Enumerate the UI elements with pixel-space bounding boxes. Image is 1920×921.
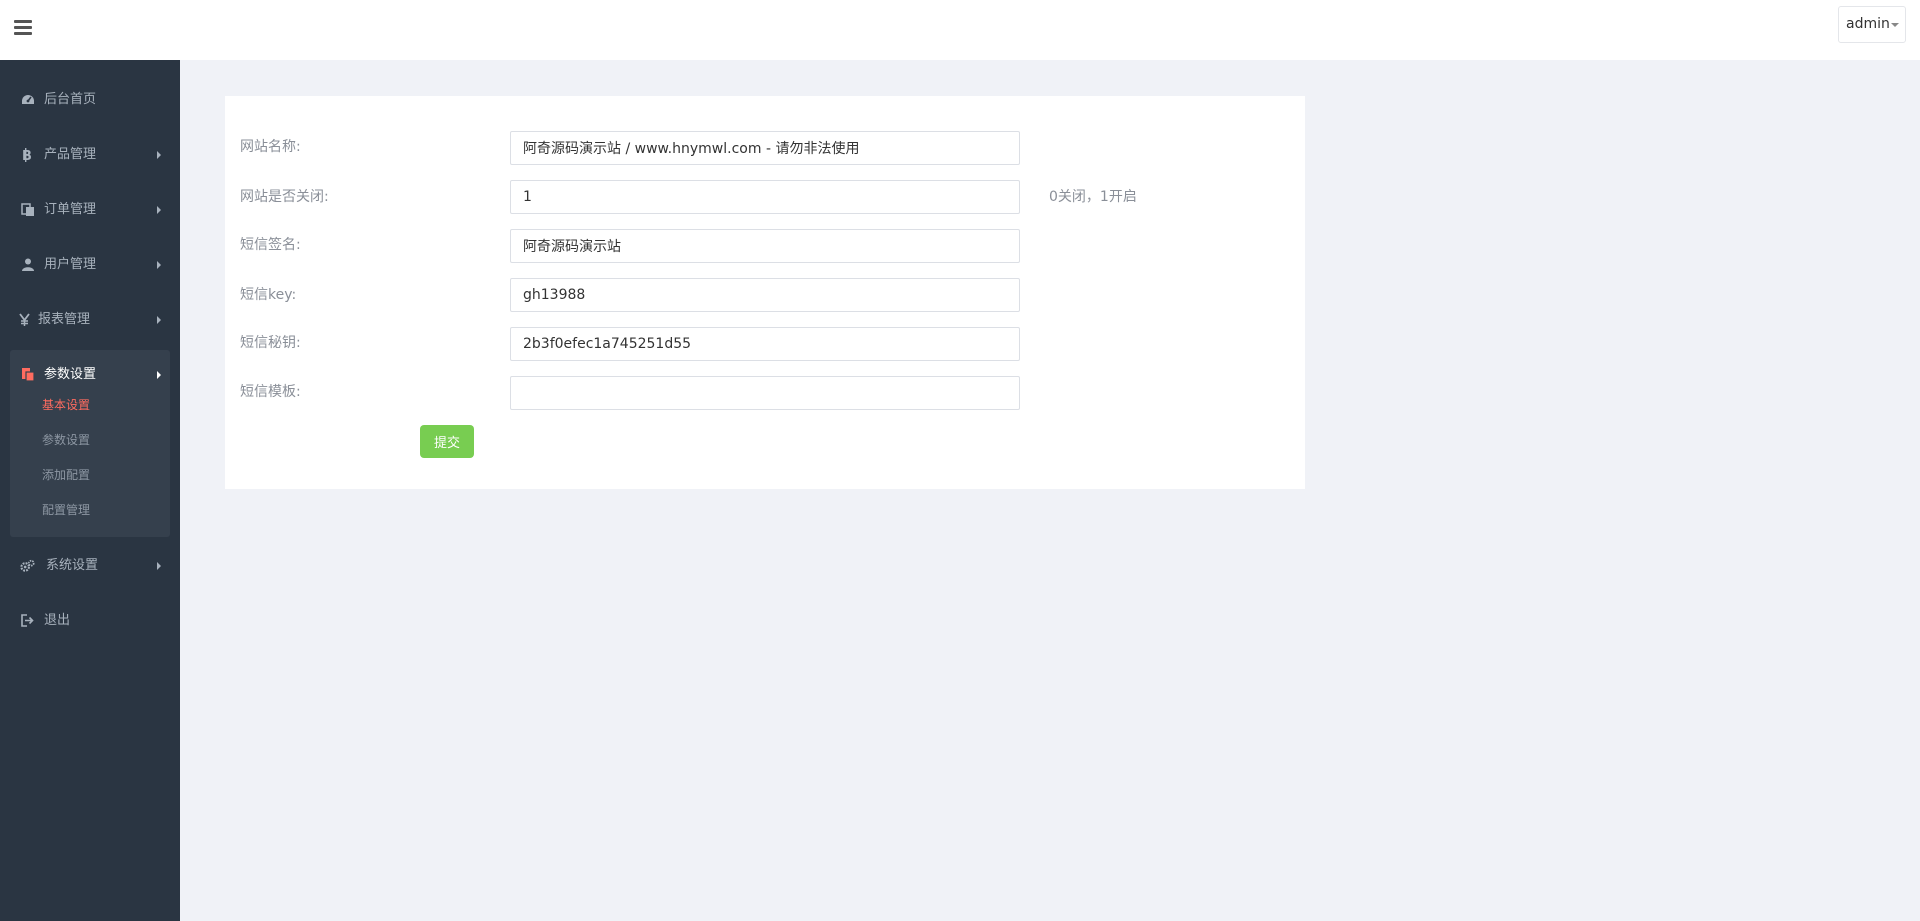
- user-icon: [20, 257, 35, 272]
- sidebar-item-dashboard[interactable]: 后台首页: [0, 78, 180, 122]
- bitcoin-icon: B: [20, 147, 35, 162]
- site-name-input[interactable]: [510, 131, 1020, 165]
- sidebar-item-orders[interactable]: 订单管理: [0, 188, 180, 232]
- sms-secret-input[interactable]: [510, 327, 1020, 361]
- sub-item-config-manage[interactable]: 配置管理: [42, 502, 90, 518]
- sub-item-add-config[interactable]: 添加配置: [42, 467, 90, 483]
- dashboard-icon: [20, 92, 35, 107]
- sidebar-item-reports[interactable]: 报表管理: [0, 298, 180, 342]
- sidebar-item-label: 用户管理: [44, 257, 97, 272]
- site-closed-label: 网站是否关闭:: [240, 189, 329, 205]
- sidebar-item-label: 产品管理: [44, 147, 97, 162]
- svg-text:B: B: [22, 149, 32, 162]
- user-dropdown[interactable]: admin: [1838, 6, 1906, 43]
- sms-key-input[interactable]: [510, 278, 1020, 312]
- sidebar-item-label: 系统设置: [46, 558, 99, 573]
- caret-right-icon: [157, 562, 161, 570]
- sms-signature-input[interactable]: [510, 229, 1020, 263]
- sidebar-item-system[interactable]: 系统设置: [0, 544, 180, 588]
- caret-right-icon: [157, 261, 161, 269]
- caret-down-icon: [1891, 23, 1899, 27]
- copy-icon: [20, 202, 35, 217]
- user-name: admin: [1846, 16, 1890, 32]
- yen-icon: [17, 312, 32, 327]
- caret-right-icon: [157, 206, 161, 214]
- site-name-label: 网站名称:: [240, 139, 301, 155]
- sidebar-item-products[interactable]: B 产品管理: [0, 133, 180, 177]
- sidebar-item-label: 后台首页: [44, 92, 97, 107]
- sidebar-item-label: 参数设置: [44, 367, 97, 382]
- sidebar-item-label: 报表管理: [38, 312, 91, 327]
- submit-button[interactable]: 提交: [420, 425, 474, 458]
- sidebar-group-params: 参数设置 基本设置 参数设置 添加配置 配置管理: [10, 350, 170, 537]
- sms-key-label: 短信key:: [240, 287, 297, 303]
- caret-right-icon: [157, 151, 161, 159]
- sign-out-icon: [20, 613, 35, 628]
- sidebar: 后台首页 B 产品管理 订单管理 用户管理 报表管理 参数设置 基本设置 参数设…: [0, 60, 180, 921]
- sidebar-item-params[interactable]: 参数设置: [0, 353, 180, 397]
- sub-item-basic-settings[interactable]: 基本设置: [42, 397, 90, 413]
- site-closed-hint: 0关闭，1开启: [1049, 189, 1137, 205]
- caret-right-icon: [157, 316, 161, 324]
- caret-right-icon: [157, 371, 161, 379]
- sidebar-item-label: 退出: [44, 613, 71, 628]
- sidebar-item-label: 订单管理: [44, 202, 97, 217]
- hamburger-icon[interactable]: [14, 20, 32, 36]
- settings-form-card: 网站名称: 网站是否关闭: 0关闭，1开启 短信签名: 短信key: 短信秘钥:…: [225, 96, 1305, 489]
- sms-signature-label: 短信签名:: [240, 237, 301, 253]
- site-closed-input[interactable]: [510, 180, 1020, 214]
- sub-item-param-settings[interactable]: 参数设置: [42, 432, 90, 448]
- top-header: admin: [0, 0, 1920, 60]
- sms-template-label: 短信模板:: [240, 384, 301, 400]
- sms-secret-label: 短信秘钥:: [240, 335, 301, 351]
- sidebar-item-logout[interactable]: 退出: [0, 599, 180, 643]
- sidebar-item-users[interactable]: 用户管理: [0, 243, 180, 287]
- files-icon: [20, 367, 35, 382]
- cogs-icon: [20, 558, 35, 573]
- sms-template-input[interactable]: [510, 376, 1020, 410]
